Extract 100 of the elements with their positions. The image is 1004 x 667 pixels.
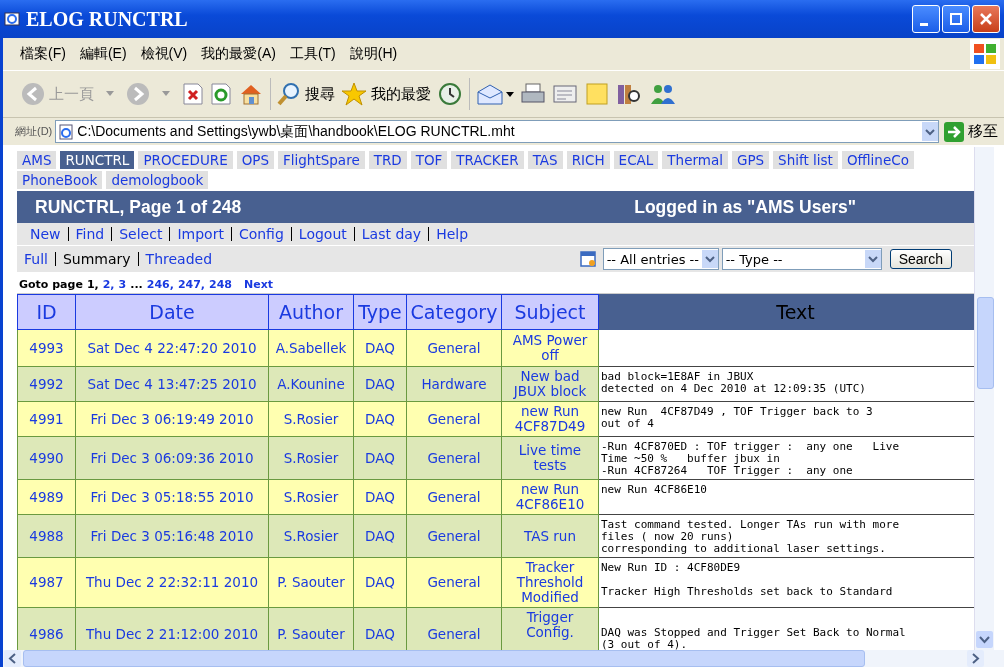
subject-link[interactable]: new Run 4CF87D49 xyxy=(501,401,599,437)
scroll-down-button[interactable] xyxy=(976,631,993,648)
author-cell: S.Rosier xyxy=(268,436,354,480)
people-icon[interactable] xyxy=(648,82,678,106)
filter-dropdown[interactable]: -- Type -- xyxy=(721,248,882,270)
page-link[interactable]: 3 xyxy=(118,278,127,291)
refresh-icon[interactable] xyxy=(210,82,232,106)
books-icon[interactable] xyxy=(616,82,642,106)
close-button[interactable] xyxy=(972,5,1000,33)
subject-link[interactable]: Live time tests xyxy=(501,436,599,480)
id-cell: 4986 xyxy=(17,607,76,650)
id-cell: 4988 xyxy=(17,514,76,558)
next-link[interactable]: Next xyxy=(244,278,274,291)
scrollbar-thumb[interactable] xyxy=(977,297,994,389)
scroll-left-button[interactable] xyxy=(4,650,21,667)
column-header[interactable]: Type xyxy=(353,294,407,330)
subject-link[interactable]: new Run 4CF86E10 xyxy=(501,479,599,515)
logbook-tab[interactable]: Shift list xyxy=(773,151,840,169)
logbook-tab[interactable]: PhoneBook xyxy=(17,171,105,189)
subject-link[interactable]: Trigger Config. xyxy=(501,607,599,650)
command-link[interactable]: Logout xyxy=(291,227,355,241)
logbook-tab[interactable]: OfflineCo xyxy=(841,151,916,169)
maximize-icon xyxy=(950,13,962,25)
page-link[interactable]: 248 xyxy=(209,278,232,291)
goto-label: Goto page xyxy=(19,278,83,291)
logbook-tab[interactable]: TRACKER xyxy=(451,151,526,169)
logbook-tab[interactable]: demologbook xyxy=(106,171,211,189)
search-icon xyxy=(277,82,301,106)
date-cell: Thu Dec 2 21:12:00 2010 xyxy=(75,607,269,650)
minimize-button[interactable] xyxy=(912,5,940,33)
favorites-button[interactable]: 我的最愛 xyxy=(341,82,431,106)
column-header[interactable]: Date xyxy=(75,294,269,330)
date-cell: Fri Dec 3 06:19:49 2010 xyxy=(75,401,269,437)
author-cell: S.Rosier xyxy=(268,479,354,515)
type-cell: DAQ xyxy=(353,607,407,650)
go-button[interactable]: 移至 xyxy=(942,121,1000,142)
command-link[interactable]: Help xyxy=(429,227,476,241)
scrollbar-thumb[interactable] xyxy=(23,650,865,667)
page-link[interactable]: 247, xyxy=(177,278,206,291)
menu-item[interactable]: 檢視(V) xyxy=(133,43,195,65)
printer-icon[interactable] xyxy=(520,82,546,106)
column-header[interactable]: Subject xyxy=(501,294,599,330)
command-link[interactable]: Import xyxy=(170,227,232,241)
logbook-tab[interactable]: AMS xyxy=(17,151,59,169)
page-link[interactable]: 2, xyxy=(102,278,115,291)
logbook-tab[interactable]: ECAL xyxy=(613,151,661,169)
calendar-icon[interactable] xyxy=(579,251,596,267)
command-link[interactable]: Config xyxy=(231,227,292,241)
maximize-button[interactable] xyxy=(942,5,970,33)
entry-text: -Run 4CF870ED : TOF trigger : any one Live Time ~50 % buffer jbux in -Run 4CF87264 TOF Trigger : any one xyxy=(601,440,899,477)
logbook-tab[interactable]: GPS xyxy=(731,151,772,169)
logbook-tab[interactable]: PROCEDURE xyxy=(138,151,235,169)
subject-link[interactable]: Tracker Threshold Modified xyxy=(501,557,599,608)
category-cell: Hardware xyxy=(406,366,502,402)
column-header[interactable]: Author xyxy=(268,294,354,330)
page-link[interactable]: 246, xyxy=(146,278,174,291)
menu-item[interactable]: 我的最愛(A) xyxy=(194,43,283,65)
stop-icon[interactable] xyxy=(182,82,204,106)
subject-link[interactable]: AMS Power off xyxy=(501,329,599,367)
logbook-tab[interactable]: RUNCTRL xyxy=(60,151,137,169)
view-link[interactable]: Full xyxy=(17,252,56,266)
logbook-tab[interactable]: TRD xyxy=(368,151,409,169)
category-cell: General xyxy=(406,401,502,437)
browser-icon xyxy=(4,11,20,27)
logbook-tab[interactable]: Thermal xyxy=(662,151,730,169)
column-header[interactable]: Category xyxy=(406,294,502,330)
view-link[interactable]: Summary xyxy=(55,252,139,266)
search-button[interactable]: Search xyxy=(889,249,952,269)
command-link[interactable]: Last day xyxy=(354,227,430,241)
address-field[interactable]: C:\Documents and Settings\ywb\桌面\handbook\ELOG RUNCTRL.mht xyxy=(55,120,939,143)
logbook-tab[interactable]: RICH xyxy=(566,151,612,169)
current-page: 1, xyxy=(86,278,99,291)
scroll-right-button[interactable] xyxy=(967,650,984,667)
menu-item[interactable]: 說明(H) xyxy=(342,43,405,65)
search-button[interactable]: 搜尋 xyxy=(277,82,335,106)
column-header[interactable]: Text xyxy=(598,294,974,330)
date-cell: Sat Dec 4 22:47:20 2010 xyxy=(75,329,269,367)
subject-link[interactable]: TAS run xyxy=(501,514,599,558)
entry-text: bad block=1E8AF in JBUX detected on 4 Dec 2010 at 12:09:35 (UTC) xyxy=(601,370,866,395)
subject-link[interactable]: New bad JBUX block xyxy=(501,366,599,402)
id-cell: 4989 xyxy=(17,479,76,515)
menu-item[interactable]: 檔案(F) xyxy=(13,43,73,65)
logbook-tab[interactable]: FlightSpare xyxy=(278,151,367,169)
command-link[interactable]: Find xyxy=(68,227,113,241)
menu-item[interactable]: 工具(T) xyxy=(282,43,343,65)
menu-item[interactable]: 編輯(E) xyxy=(72,43,134,65)
logbook-tab[interactable]: OPS xyxy=(236,151,277,169)
filter-dropdown[interactable]: -- All entries -- xyxy=(602,248,719,270)
page-title: RUNCTRL, Page 1 of 248 xyxy=(35,196,242,218)
category-cell: General xyxy=(406,607,502,650)
command-link[interactable]: New xyxy=(23,227,69,241)
category-cell: General xyxy=(406,479,502,515)
command-link[interactable]: Select xyxy=(112,227,171,241)
author-cell: S.Rosier xyxy=(268,514,354,558)
logbook-tab[interactable]: TOF xyxy=(410,151,450,169)
view-link[interactable]: Threaded xyxy=(138,252,220,266)
column-header[interactable]: ID xyxy=(17,294,76,330)
history-icon[interactable] xyxy=(437,82,463,106)
logbook-tab[interactable]: TAS xyxy=(527,151,565,169)
mail-icon[interactable] xyxy=(476,82,514,106)
